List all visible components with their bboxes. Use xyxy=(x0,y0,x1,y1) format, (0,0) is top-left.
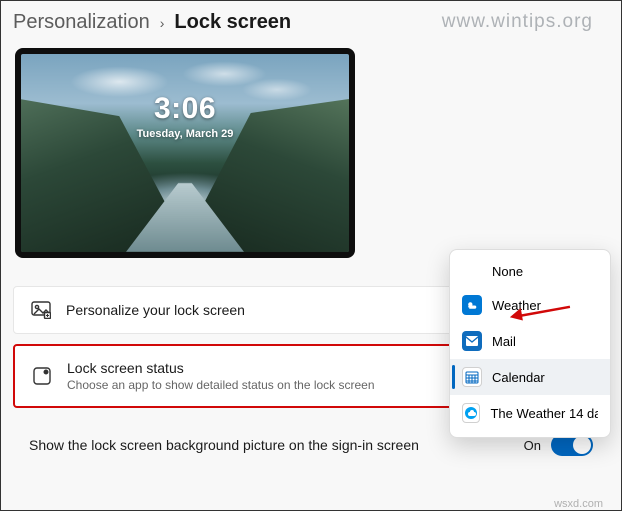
status-title: Lock screen status xyxy=(67,360,375,376)
chevron-right-icon: › xyxy=(160,15,165,31)
dropdown-label: The Weather 14 day xyxy=(490,406,598,421)
status-app-icon xyxy=(31,366,53,386)
dropdown-label: Calendar xyxy=(492,370,545,385)
footer-watermark: wsxd.com xyxy=(554,498,603,510)
mail-icon xyxy=(462,331,482,351)
status-app-dropdown: None Weather Mail Calendar The Weather 1… xyxy=(449,249,611,438)
dropdown-label: None xyxy=(492,264,523,279)
dropdown-item-weather14[interactable]: The Weather 14 day xyxy=(450,395,610,431)
preview-date: Tuesday, March 29 xyxy=(21,128,349,140)
status-subtitle: Choose an app to show detailed status on… xyxy=(67,378,375,392)
calendar-icon xyxy=(462,367,482,387)
breadcrumb-parent[interactable]: Personalization xyxy=(13,11,150,34)
personalize-label: Personalize your lock screen xyxy=(66,302,245,318)
picture-icon xyxy=(30,301,52,319)
weather-icon xyxy=(462,295,482,315)
toggle-label: On xyxy=(524,438,541,453)
dropdown-label: Mail xyxy=(492,334,516,349)
dropdown-item-calendar[interactable]: Calendar xyxy=(450,359,610,395)
dropdown-item-none[interactable]: None xyxy=(450,256,610,287)
watermark-text: www.wintips.org xyxy=(442,11,593,33)
preview-time: 3:06 xyxy=(21,92,349,126)
breadcrumb-current: Lock screen xyxy=(174,11,291,34)
weather14-icon xyxy=(462,403,480,423)
lockscreen-preview: 3:06 Tuesday, March 29 xyxy=(15,48,355,258)
signin-label: Show the lock screen background picture … xyxy=(29,437,419,453)
